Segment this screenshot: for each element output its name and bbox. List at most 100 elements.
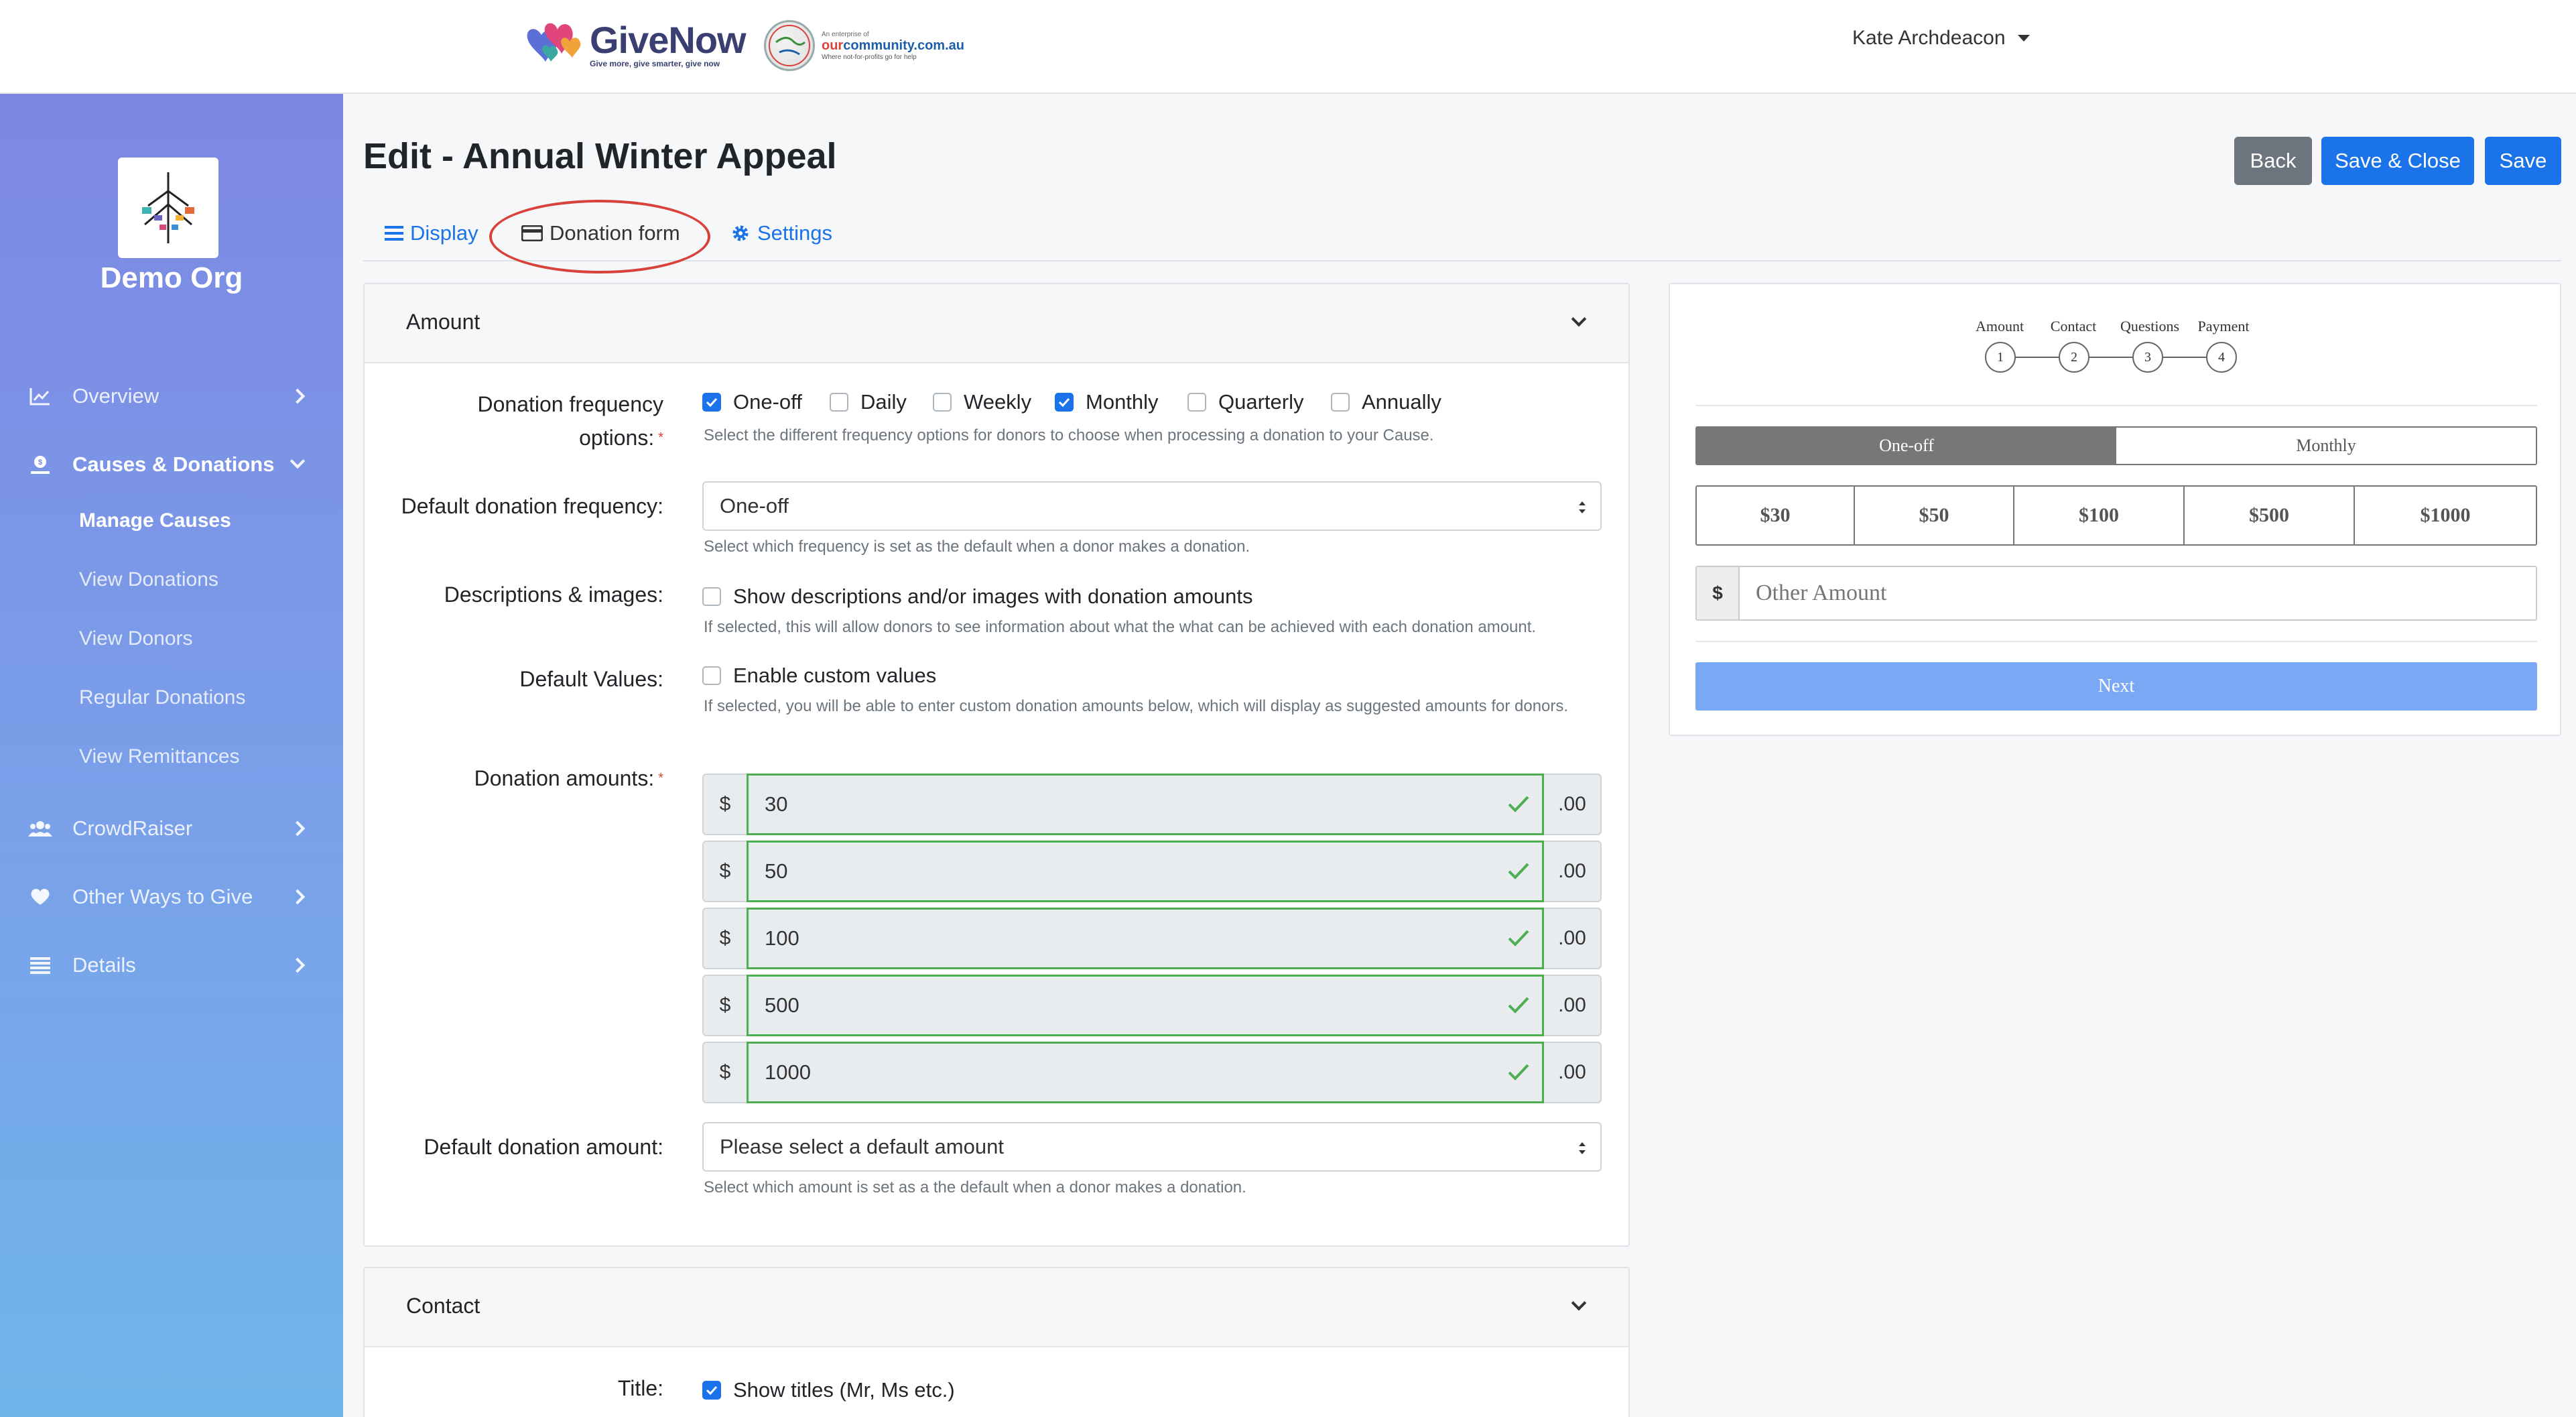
ourcommunity-tagline: Where not-for-profits go for help (822, 53, 917, 61)
amount-input[interactable]: 50 (747, 841, 1544, 902)
nav-label: Details (72, 953, 136, 977)
preview-other-amount: $ (1695, 566, 2537, 621)
chevron-right-icon (289, 388, 306, 404)
sidebar-item-view-donors[interactable]: View Donors (79, 627, 193, 650)
other-amount-input[interactable] (1740, 567, 2536, 619)
chevron-down-icon (1571, 311, 1587, 327)
tab-display[interactable]: Display (385, 221, 478, 245)
contact-section-title: Contact (406, 1294, 480, 1318)
amount-input[interactable]: 30 (747, 774, 1544, 835)
currency-prefix: $ (1697, 567, 1740, 619)
nav-label: CrowdRaiser (72, 816, 193, 840)
tab-label: Display (410, 221, 478, 245)
divider (1695, 405, 2537, 406)
chevron-down-icon (1571, 1295, 1587, 1311)
preview-amount-button[interactable]: $100 (2014, 487, 2185, 544)
nav-causes-donations[interactable]: $ Causes & Donations (0, 441, 343, 488)
preview-freq-monthly[interactable]: Monthly (2116, 428, 2536, 464)
step-dot[interactable]: 2 (2059, 342, 2089, 373)
nav-overview[interactable]: Overview (0, 373, 343, 420)
freq-checkbox-quarterly[interactable]: Quarterly (1187, 390, 1303, 414)
step-label: Payment (2197, 318, 2250, 334)
nav-label: Overview (72, 384, 159, 408)
check-valid-icon (1508, 1064, 1529, 1081)
sidebar: Demo Org Overview $ Causes & Donations M… (0, 94, 343, 1417)
givenow-logo[interactable]: GiveNow Give more, give smarter, give no… (523, 15, 747, 75)
givenow-hearts-icon (523, 15, 590, 75)
svg-text:$: $ (38, 458, 42, 467)
amount-row: $ 30 .00 (702, 774, 1602, 835)
defaults-help: If selected, you will be able to enter c… (704, 697, 1569, 715)
default-freq-help: Select which frequency is set as the def… (704, 538, 1250, 556)
preview-amount-button[interactable]: $500 (2185, 487, 2355, 544)
givenow-brand-text: GiveNow (590, 19, 747, 61)
step-connector (2089, 357, 2132, 358)
org-logo[interactable] (118, 158, 218, 258)
nav-details[interactable]: Details (0, 942, 343, 989)
preview-amount-button[interactable]: $1000 (2355, 487, 2536, 544)
tab-donation-form[interactable]: Donation form (521, 221, 680, 245)
step-dot[interactable]: 4 (2206, 342, 2237, 373)
givenow-tagline: Give more, give smarter, give now (590, 59, 720, 68)
defaults-checkbox[interactable]: Enable custom values (702, 664, 936, 688)
amount-input[interactable]: 100 (747, 908, 1544, 969)
ourcommunity-logo[interactable]: An enterprise of ourcommunity.com.au Whe… (764, 17, 978, 74)
heart-icon (28, 885, 52, 909)
step-connector (2016, 357, 2059, 358)
ourcommunity-small-text: An enterprise of (822, 30, 869, 38)
select-arrows-icon (1579, 1142, 1586, 1154)
amount-row: $ 50 .00 (702, 841, 1602, 902)
contact-card-header[interactable]: Contact (365, 1268, 1628, 1347)
sidebar-item-view-remittances[interactable]: View Remittances (79, 745, 240, 768)
tab-label: Donation form (550, 221, 680, 245)
back-button[interactable]: Back (2234, 137, 2312, 185)
check-valid-icon (1508, 863, 1529, 879)
freq-checkbox-oneoff[interactable]: One-off (702, 390, 802, 414)
divider (1695, 641, 2537, 642)
globe-icon (764, 20, 815, 71)
freq-checkbox-monthly[interactable]: Monthly (1055, 390, 1159, 414)
nav-other-ways-to-give[interactable]: Other Ways to Give (0, 873, 343, 920)
preview-amount-button[interactable]: $30 (1697, 487, 1855, 544)
amounts-label: Donation amounts: * (474, 766, 663, 790)
nav-label: Causes & Donations (72, 452, 275, 476)
sidebar-item-manage-causes[interactable]: Manage Causes (79, 509, 231, 532)
step-connector (2163, 357, 2206, 358)
default-amount-select[interactable]: Please select a default amount (702, 1122, 1602, 1172)
step-dot[interactable]: 3 (2132, 342, 2163, 373)
preview-amount-button[interactable]: $50 (1855, 487, 2014, 544)
preview-next-button[interactable]: Next (1695, 662, 2537, 711)
show-titles-checkbox[interactable]: Show titles (Mr, Ms etc.) (702, 1378, 955, 1402)
save-button[interactable]: Save (2485, 137, 2561, 185)
user-menu[interactable]: Kate Archdeacon (1852, 27, 2030, 50)
select-arrows-icon (1579, 501, 1586, 513)
tab-bar: Display Donation form Settings (363, 208, 2561, 261)
desc-checkbox[interactable]: Show descriptions and/or images with don… (702, 584, 1252, 609)
check-icon (702, 393, 721, 412)
tab-settings[interactable]: Settings (730, 221, 832, 245)
desc-help: If selected, this will allow donors to s… (704, 618, 1537, 636)
preview-frequency-toggle: One-off Monthly (1695, 426, 2537, 465)
preview-freq-oneoff[interactable]: One-off (1697, 428, 2116, 464)
sidebar-item-regular-donations[interactable]: Regular Donations (79, 686, 245, 709)
amount-card-header[interactable]: Amount (365, 284, 1628, 363)
save-close-button[interactable]: Save & Close (2321, 137, 2474, 185)
amount-section-title: Amount (406, 310, 480, 334)
check-icon (702, 1381, 721, 1400)
sidebar-item-view-donations[interactable]: View Donations (79, 568, 218, 591)
caret-down-icon (2017, 35, 2030, 42)
amount-row: $ 100 .00 (702, 908, 1602, 969)
nav-crowdraiser[interactable]: CrowdRaiser (0, 805, 343, 852)
default-freq-select[interactable]: One-off (702, 481, 1602, 531)
step-dot[interactable]: 1 (1985, 342, 2016, 373)
desc-label: Descriptions & images: (444, 582, 663, 607)
step-label: Amount (1975, 318, 2024, 334)
freq-checkbox-daily[interactable]: Daily (830, 390, 907, 414)
tab-label: Settings (757, 221, 833, 245)
preview-amount-options: $30 $50 $100 $500 $1000 (1695, 485, 2537, 546)
freq-checkbox-weekly[interactable]: Weekly (933, 390, 1031, 414)
amount-input[interactable]: 1000 (747, 1042, 1544, 1103)
amount-input[interactable]: 500 (747, 975, 1544, 1036)
freq-checkbox-annually[interactable]: Annually (1331, 390, 1441, 414)
ourcommunity-name: ourcommunity.com.au (822, 38, 964, 53)
